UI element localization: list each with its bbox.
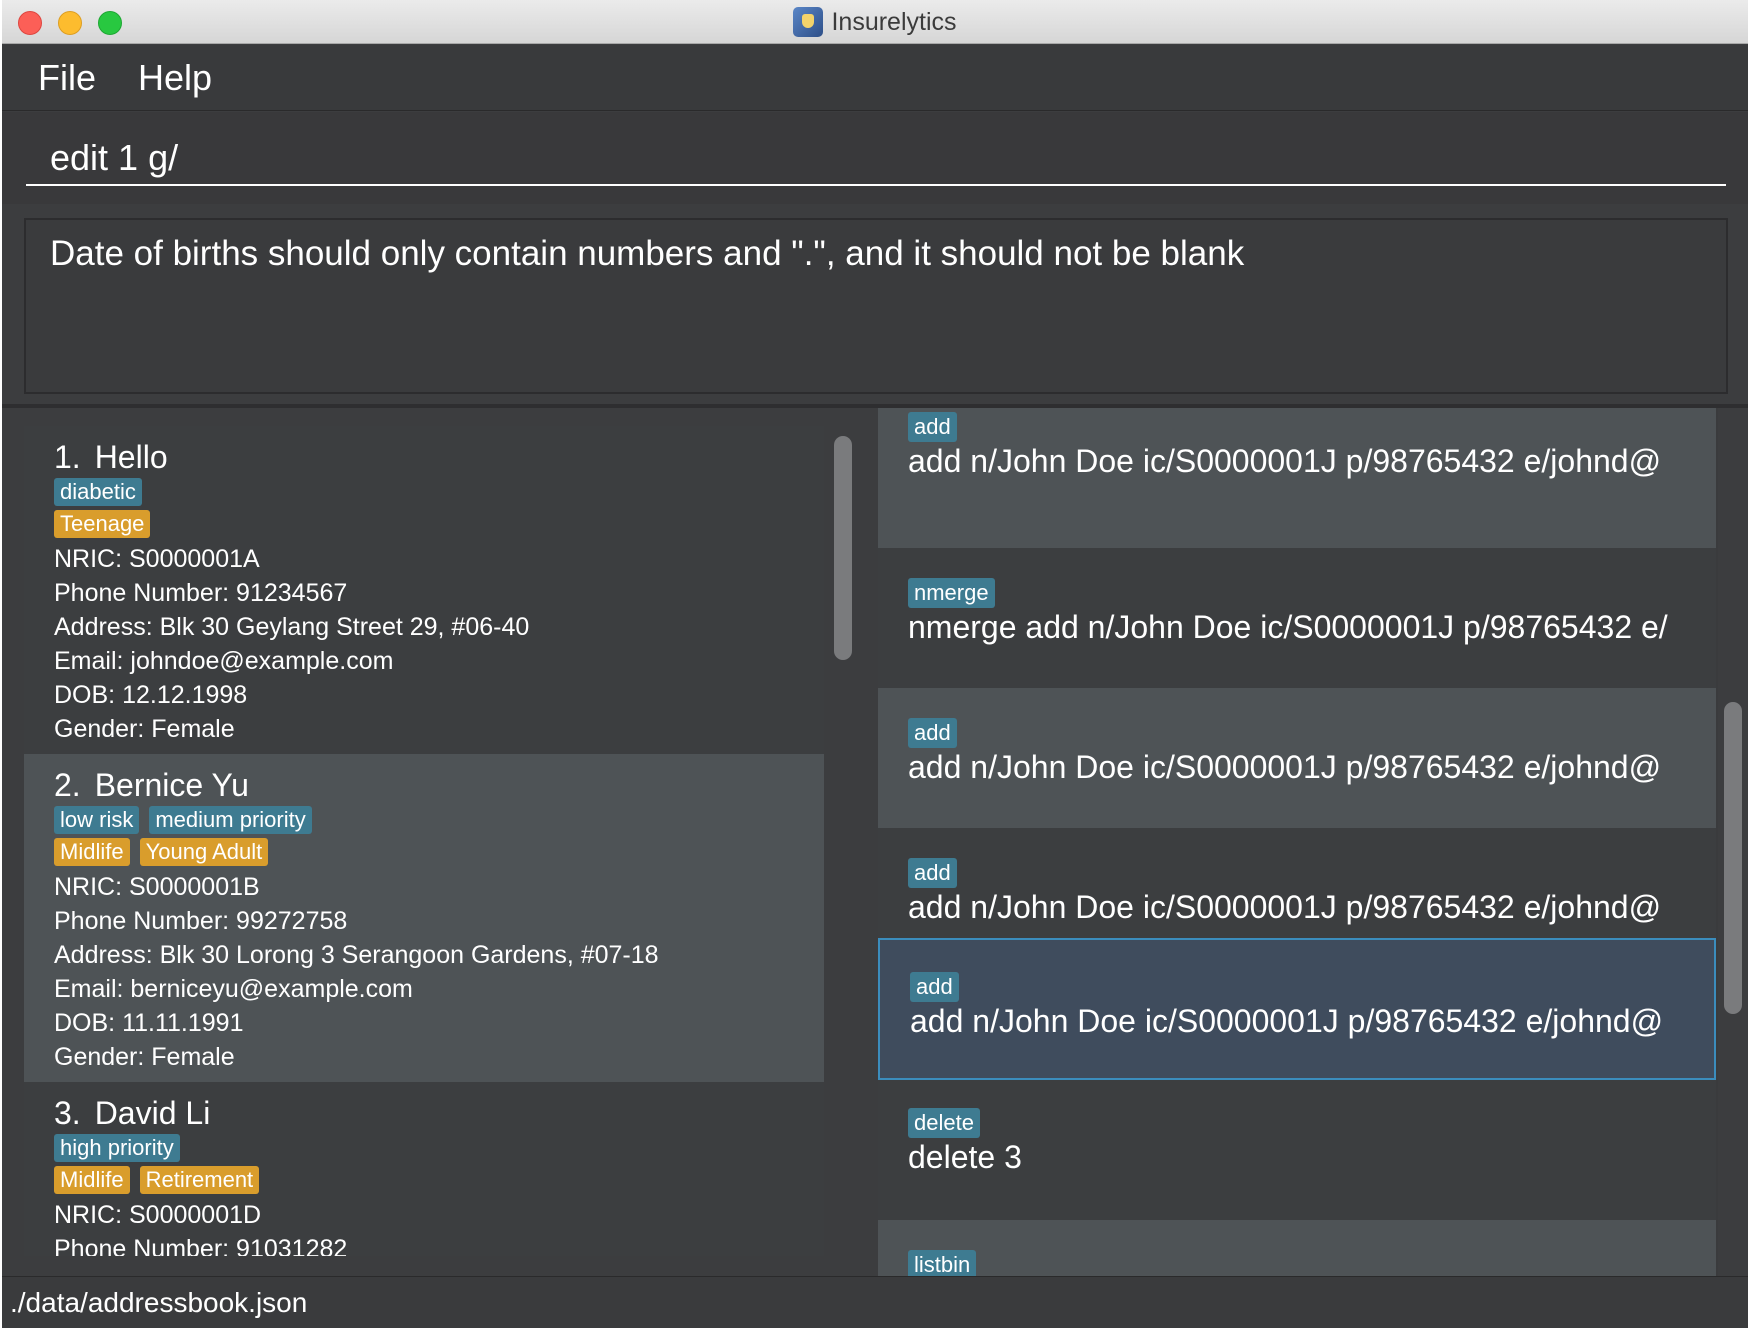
result-display[interactable]: Date of births should only contain numbe…	[24, 218, 1728, 394]
age-group-badge: Midlife	[54, 838, 130, 866]
age-group-badge: Midlife	[54, 1166, 130, 1194]
person-dob: DOB: 11.11.1991	[54, 1009, 244, 1037]
person-name-line: 2. Bernice Yu	[54, 766, 824, 804]
app-icon	[793, 7, 824, 37]
menu-file[interactable]: File	[38, 57, 96, 99]
person-address: Address: Blk 30 Lorong 3 Serangoon Garde…	[54, 941, 659, 969]
person-card[interactable]: 3. David Li high priority Midlife Retirem…	[24, 1082, 824, 1256]
title-group: Insurelytics	[2, 0, 1748, 44]
person-nric: NRIC: S0000001B	[54, 873, 260, 901]
person-email: Email: johndoe@example.com	[54, 647, 394, 675]
tag-row: high priority	[54, 1134, 824, 1166]
history-tag: listbin	[908, 1250, 977, 1278]
history-item[interactable]: nmerge nmerge add n/John Doe ic/S0000001…	[878, 548, 1716, 688]
result-message: Date of births should only contain numbe…	[50, 234, 1245, 273]
status-bar: ./data/addressbook.json	[2, 1276, 1748, 1328]
person-nric: NRIC: S0000001D	[54, 1201, 262, 1229]
person-phone: Phone Number: 91031282	[54, 1235, 348, 1256]
age-group-badge: Teenage	[54, 510, 151, 538]
history-tag: add	[908, 858, 957, 888]
history-tag: delete	[908, 1108, 980, 1138]
person-name: Bernice Yu	[94, 767, 249, 803]
person-name: David Li	[94, 1095, 211, 1131]
person-email: Email: berniceyu@example.com	[54, 975, 413, 1003]
history-command: add n/John Doe ic/S0000001J p/98765432 e…	[908, 889, 1662, 925]
history-tag: add	[910, 972, 959, 1002]
person-name-line: 3. David Li	[54, 1094, 824, 1132]
tag-row: Teenage	[54, 510, 824, 542]
history-item[interactable]: listbin	[878, 1220, 1716, 1278]
person-name: Hello	[94, 439, 168, 475]
history-item[interactable]: add add n/John Doe ic/S0000001J p/987654…	[878, 688, 1716, 828]
history-tag: add	[908, 718, 957, 748]
person-list-scrollbar[interactable]	[834, 436, 852, 660]
person-list[interactable]: 1. Hello diabetic Teenage NRIC: S0000001A…	[24, 426, 824, 1256]
age-group-badge: Young Adult	[139, 838, 269, 866]
person-card[interactable]: 2. Bernice Yu low risk medium priority Mi…	[24, 754, 824, 1082]
menu-help[interactable]: Help	[138, 57, 212, 99]
window-title: Insurelytics	[831, 7, 957, 36]
person-card[interactable]: 1. Hello diabetic Teenage NRIC: S0000001A…	[24, 426, 824, 754]
history-command: add n/John Doe ic/S0000001J p/98765432 e…	[910, 1003, 1664, 1039]
history-item-selected[interactable]: add add n/John Doe ic/S0000001J p/987654…	[878, 938, 1716, 1080]
tag-badge: medium priority	[149, 806, 312, 834]
history-tag: nmerge	[908, 578, 995, 608]
person-gender: Gender: Female	[54, 1043, 235, 1071]
history-item[interactable]: add add n/John Doe ic/S0000001J p/987654…	[878, 408, 1716, 548]
tag-badge: diabetic	[54, 478, 142, 506]
tag-badge: low risk	[54, 806, 140, 834]
person-phone: Phone Number: 91234567	[54, 579, 348, 607]
history-command: nmerge add n/John Doe ic/S0000001J p/987…	[908, 609, 1668, 645]
history-command: delete 3	[908, 1139, 1022, 1175]
history-item[interactable]: delete delete 3	[878, 1080, 1716, 1220]
person-dob: DOB: 12.12.1998	[54, 681, 248, 709]
person-phone: Phone Number: 99272758	[54, 907, 348, 935]
person-index: 3.	[54, 1095, 81, 1131]
person-name-line: 1. Hello	[54, 438, 824, 476]
menu-bar: File Help	[2, 45, 1748, 111]
app-window: Insurelytics File Help Date of births sh…	[2, 0, 1748, 1328]
person-index: 2.	[54, 767, 81, 803]
title-bar: Insurelytics	[2, 0, 1748, 44]
history-command: add n/John Doe ic/S0000001J p/98765432 e…	[908, 749, 1662, 785]
tag-row: Midlife Young Adult	[54, 838, 824, 870]
tag-row: Midlife Retirement	[54, 1166, 824, 1198]
save-location: ./data/addressbook.json	[10, 1286, 308, 1318]
history-command: add n/John Doe ic/S0000001J p/98765432 e…	[908, 443, 1662, 479]
command-box	[2, 112, 1748, 204]
person-index: 1.	[54, 439, 81, 475]
tag-row: low risk medium priority	[54, 806, 824, 838]
person-address: Address: Blk 30 Geylang Street 29, #06-4…	[54, 613, 530, 641]
person-nric: NRIC: S0000001A	[54, 545, 260, 573]
command-input[interactable]	[26, 132, 1726, 186]
history-list-scrollbar[interactable]	[1724, 702, 1742, 1014]
age-group-badge: Retirement	[139, 1166, 260, 1194]
tag-badge: high priority	[54, 1134, 180, 1162]
person-gender: Gender: Female	[54, 715, 235, 743]
history-list[interactable]: add add n/John Doe ic/S0000001J p/987654…	[878, 408, 1718, 1278]
history-tag: add	[908, 412, 957, 442]
tag-row: diabetic	[54, 478, 824, 510]
